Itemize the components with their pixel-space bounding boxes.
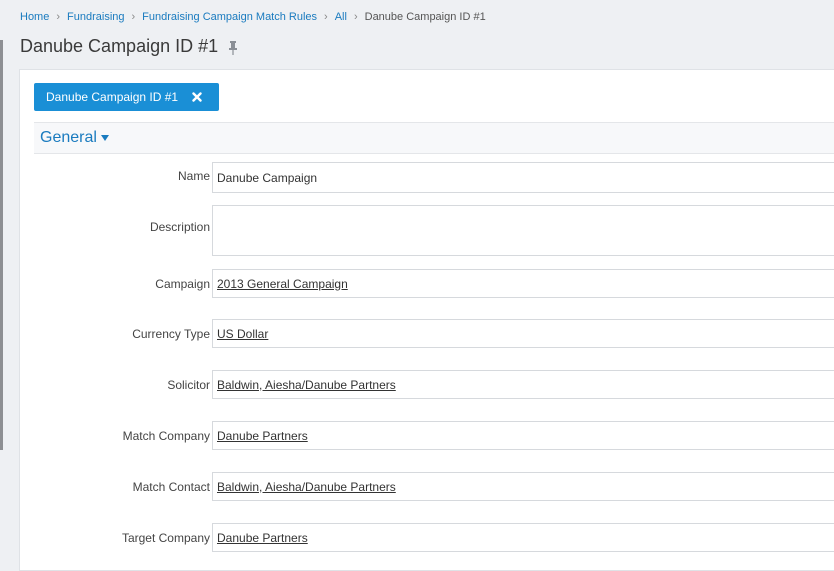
section-title: General <box>40 129 97 146</box>
section-general[interactable]: General <box>34 122 834 154</box>
chevron-right-icon: › <box>56 11 61 23</box>
breadcrumb-fundraising[interactable]: Fundraising <box>67 11 124 23</box>
pin-icon[interactable] <box>228 40 238 55</box>
breadcrumb-home[interactable]: Home <box>20 11 49 23</box>
breadcrumb: Home › Fundraising › Fundraising Campaig… <box>20 11 486 23</box>
record-tab-label: Danube Campaign ID #1 <box>46 90 179 104</box>
solicitor-label: Solicitor <box>167 378 210 392</box>
match-company-link[interactable]: Danube Partners <box>217 429 308 443</box>
breadcrumb-current: Danube Campaign ID #1 <box>364 11 486 23</box>
currency-type-link[interactable]: US Dollar <box>217 327 268 341</box>
page-title: Danube Campaign ID #1 <box>20 36 219 56</box>
caret-down-icon <box>100 135 109 141</box>
name-value: Danube Campaign <box>217 170 318 185</box>
chevron-right-icon: › <box>324 11 328 23</box>
match-contact-link[interactable]: Baldwin, Aiesha/Danube Partners <box>217 480 396 494</box>
target-company-link[interactable]: Danube Partners <box>217 531 308 545</box>
target-company-field: Danube Partners <box>212 523 834 552</box>
left-edge-scroll-indicator <box>0 40 3 450</box>
campaign-field: 2013 General Campaign <box>212 269 834 298</box>
description-field[interactable] <box>212 205 834 256</box>
match-company-field: Danube Partners <box>212 421 834 450</box>
name-label: Name <box>177 169 210 183</box>
title-row: Danube Campaign ID #1 <box>20 36 238 57</box>
currency-type-field: US Dollar <box>212 319 834 348</box>
currency-type-label: Currency Type <box>132 327 210 341</box>
solicitor-field: Baldwin, Aiesha/Danube Partners <box>212 370 834 399</box>
chevron-right-icon: › <box>353 11 358 23</box>
description-label: Description <box>149 220 210 234</box>
name-field[interactable]: Danube Campaign <box>212 162 834 193</box>
campaign-label: Campaign <box>155 277 210 291</box>
close-icon[interactable] <box>192 92 202 102</box>
chevron-right-icon: › <box>131 11 136 23</box>
target-company-label: Target Company <box>121 531 210 545</box>
breadcrumb-match-rules[interactable]: Fundraising Campaign Match Rules <box>142 11 317 23</box>
match-contact-label: Match Contact <box>132 480 210 494</box>
match-company-label: Match Company <box>122 429 210 443</box>
breadcrumb-all[interactable]: All <box>335 11 347 23</box>
match-contact-field: Baldwin, Aiesha/Danube Partners <box>212 472 834 501</box>
solicitor-link[interactable]: Baldwin, Aiesha/Danube Partners <box>217 378 396 392</box>
record-tab[interactable]: Danube Campaign ID #1 <box>34 83 219 111</box>
campaign-link[interactable]: 2013 General Campaign <box>217 277 348 291</box>
